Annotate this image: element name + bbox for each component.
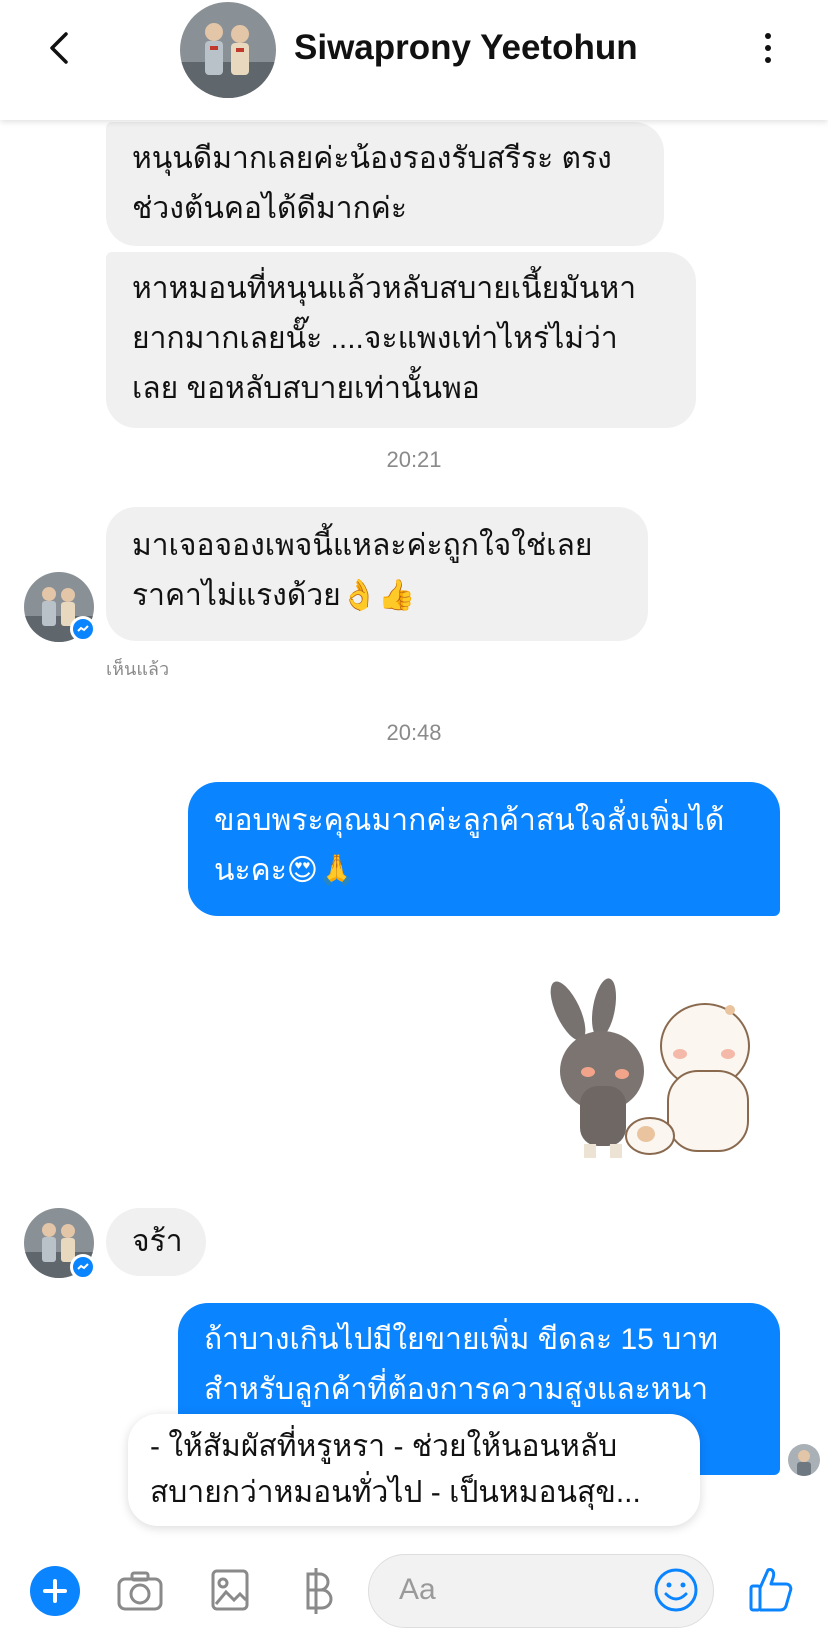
conversation-header: Siwaprony Yeetohun <box>0 0 828 120</box>
baht-icon <box>306 1568 333 1614</box>
camera-icon <box>117 1571 163 1611</box>
seen-status: เห็นแล้ว <box>106 659 170 679</box>
messenger-badge-icon <box>70 1254 96 1280</box>
message-input-placeholder: Aa <box>399 1573 436 1606</box>
plus-icon <box>43 1579 67 1603</box>
back-button[interactable] <box>40 28 80 68</box>
messenger-badge-icon <box>70 616 96 642</box>
read-receipt-avatar <box>788 1444 820 1476</box>
sticker-image[interactable] <box>540 976 780 1166</box>
message-preview-popup[interactable]: - ให้สัมผัสที่หรูหรา - ช่วยให้นอนหลับ สบ… <box>128 1414 700 1526</box>
contact-name[interactable]: Siwaprony Yeetohun <box>294 24 638 72</box>
timestamp: 20:48 <box>386 720 442 745</box>
contact-avatar[interactable] <box>180 2 276 98</box>
smiley-icon <box>654 1568 698 1612</box>
preview-text: - ให้สัมผัสที่หรูหรา - ช่วยให้นอนหลับ สบ… <box>150 1430 641 1509</box>
gallery-button[interactable] <box>210 1568 250 1612</box>
incoming-message[interactable]: หาหมอนที่หนุนแล้วหลับสบายเนี้ยมันหา ยากม… <box>106 252 696 428</box>
camera-button[interactable] <box>116 1570 164 1612</box>
like-button[interactable] <box>748 1564 794 1614</box>
more-dot-icon <box>765 45 771 51</box>
timestamp: 20:21 <box>386 447 442 472</box>
incoming-message[interactable]: หนุนดีมากเลยค่ะน้องรองรับสรีระ ตรง ช่วงต… <box>106 122 664 246</box>
outgoing-message[interactable]: ขอบพระคุณมากค่ะลูกค้าสนใจสั่งเพิ่มได้ นะ… <box>188 782 780 916</box>
add-button[interactable] <box>30 1566 80 1616</box>
image-icon <box>211 1569 249 1611</box>
payment-button[interactable] <box>300 1566 336 1616</box>
emoji-button[interactable] <box>653 1567 699 1613</box>
thumbs-up-icon <box>749 1568 793 1612</box>
incoming-message[interactable]: จร้า <box>106 1208 206 1276</box>
chevron-left-icon <box>50 32 68 64</box>
more-dot-icon <box>765 33 771 39</box>
more-options-button[interactable] <box>748 28 788 68</box>
incoming-message[interactable]: มาเจอจองเพจนี้แหละค่ะถูกใจใช่เลย ราคาไม่… <box>106 507 648 641</box>
message-input[interactable]: Aa <box>368 1554 714 1628</box>
more-dot-icon <box>765 57 771 63</box>
